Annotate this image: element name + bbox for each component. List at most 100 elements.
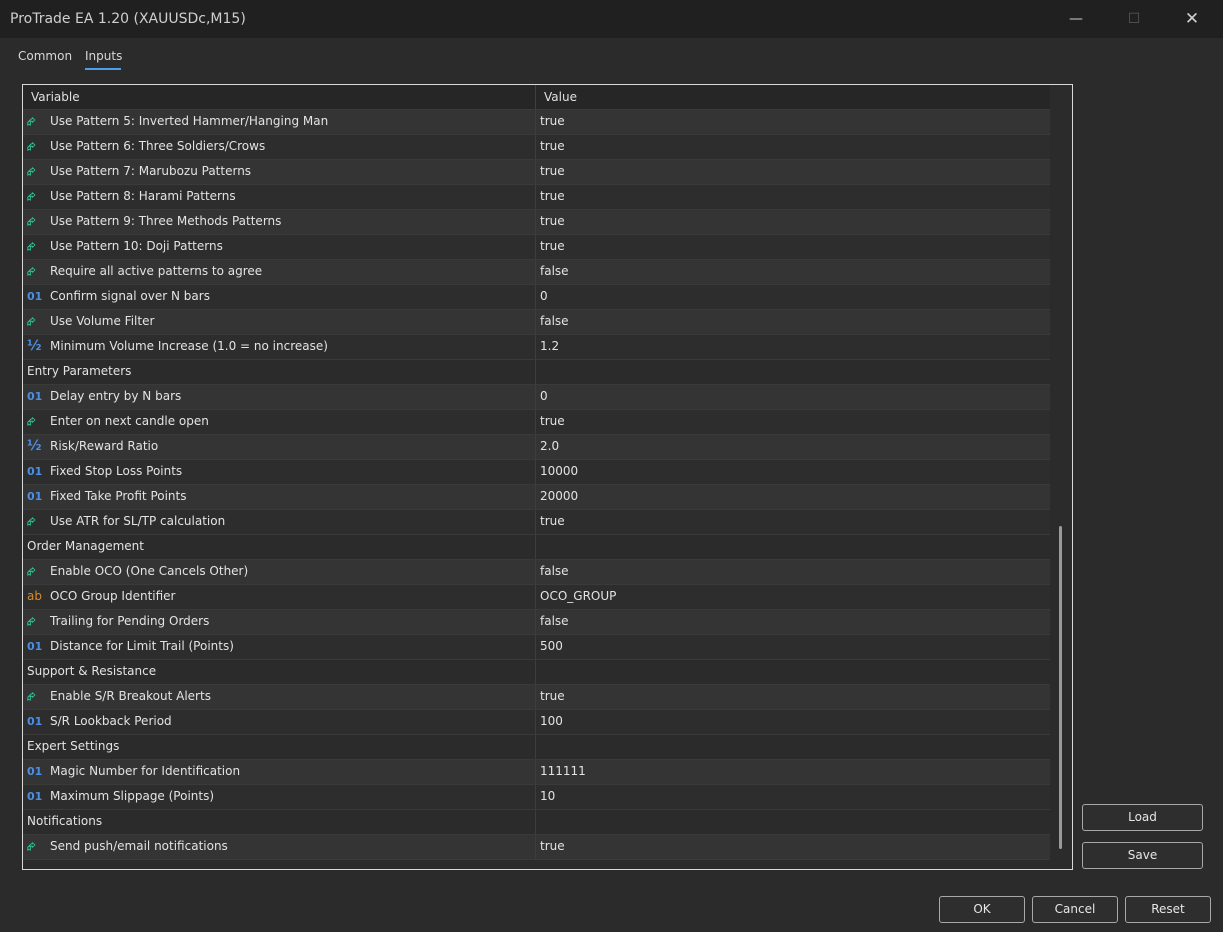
bool-type-icon: ⮳ bbox=[27, 690, 36, 703]
scrollbar-thumb[interactable] bbox=[1059, 526, 1062, 849]
table-row[interactable]: ab OCO Group Identifier OCO_GROUP bbox=[23, 585, 1050, 610]
variable-value[interactable]: true bbox=[540, 114, 565, 128]
variable-value[interactable]: true bbox=[540, 839, 565, 853]
variable-name: Enter on next candle open bbox=[50, 414, 209, 428]
variable-value[interactable]: true bbox=[540, 514, 565, 528]
cell-divider bbox=[535, 785, 536, 809]
integer-type-icon: 01 bbox=[27, 715, 43, 728]
table-row[interactable]: 01 Distance for Limit Trail (Points) 500 bbox=[23, 635, 1050, 660]
load-button[interactable]: Load bbox=[1082, 804, 1203, 831]
table-row[interactable]: ⮳ Use Volume Filter false bbox=[23, 310, 1050, 335]
variable-value[interactable]: true bbox=[540, 239, 565, 253]
tab-common[interactable]: Common bbox=[18, 49, 72, 63]
cell-divider bbox=[535, 510, 536, 534]
variable-value[interactable]: OCO_GROUP bbox=[540, 589, 616, 603]
variable-value[interactable]: false bbox=[540, 564, 569, 578]
variable-value[interactable]: 1.2 bbox=[540, 339, 559, 353]
variable-name: OCO Group Identifier bbox=[50, 589, 176, 603]
window-title: ProTrade EA 1.20 (XAUUSDc,M15) bbox=[10, 11, 246, 27]
cell-divider bbox=[535, 210, 536, 234]
variable-name: Trailing for Pending Orders bbox=[50, 614, 210, 628]
variable-value[interactable]: false bbox=[540, 314, 569, 328]
table-row[interactable]: 01 Magic Number for Identification 111111 bbox=[23, 760, 1050, 785]
variable-name: Magic Number for Identification bbox=[50, 764, 241, 778]
column-header-variable[interactable]: Variable bbox=[31, 90, 80, 104]
table-row[interactable]: ⮳ Use Pattern 7: Marubozu Patterns true bbox=[23, 160, 1050, 185]
reset-button[interactable]: Reset bbox=[1125, 896, 1211, 923]
table-row[interactable]: ½ Minimum Volume Increase (1.0 = no incre… bbox=[23, 335, 1050, 360]
table-row[interactable]: 01 Fixed Stop Loss Points 10000 bbox=[23, 460, 1050, 485]
variable-value[interactable]: 2.0 bbox=[540, 439, 559, 453]
table-row[interactable]: ⮳ Send push/email notifications true bbox=[23, 835, 1050, 860]
table-row[interactable]: ⮳ Use Pattern 9: Three Methods Patterns tr… bbox=[23, 210, 1050, 235]
column-header-value[interactable]: Value bbox=[544, 90, 577, 104]
maximize-button[interactable]: ☐ bbox=[1105, 0, 1163, 38]
variable-value[interactable]: 20000 bbox=[540, 489, 578, 503]
variable-name: Use Pattern 5: Inverted Hammer/Hanging M… bbox=[50, 114, 329, 128]
table-row[interactable]: ⮳ Use ATR for SL/TP calculation true bbox=[23, 510, 1050, 535]
section-row: Notifications bbox=[23, 810, 1050, 835]
ok-button[interactable]: OK bbox=[939, 896, 1025, 923]
table-row[interactable]: ⮳ Enable OCO (One Cancels Other) false bbox=[23, 560, 1050, 585]
variable-value[interactable]: true bbox=[540, 164, 565, 178]
table-row[interactable]: 01 S/R Lookback Period 100 bbox=[23, 710, 1050, 735]
vertical-scrollbar[interactable] bbox=[1052, 85, 1072, 869]
section-label: Support & Resistance bbox=[27, 664, 157, 678]
variable-name: Fixed Take Profit Points bbox=[50, 489, 187, 503]
variable-value[interactable]: true bbox=[540, 214, 565, 228]
table-row[interactable]: 01 Fixed Take Profit Points 20000 bbox=[23, 485, 1050, 510]
bool-type-icon: ⮳ bbox=[27, 615, 36, 628]
table-body: ⮳ Use Pattern 5: Inverted Hammer/Hanging … bbox=[23, 110, 1050, 860]
double-type-icon: ½ bbox=[27, 438, 42, 454]
bool-type-icon: ⮳ bbox=[27, 840, 36, 853]
cell-divider bbox=[535, 760, 536, 784]
variable-value[interactable]: false bbox=[540, 264, 569, 278]
integer-type-icon: 01 bbox=[27, 465, 43, 478]
close-button[interactable]: ✕ bbox=[1163, 0, 1221, 38]
bool-type-icon: ⮳ bbox=[27, 265, 36, 278]
table-row[interactable]: 01 Confirm signal over N bars 0 bbox=[23, 285, 1050, 310]
minimize-button[interactable]: — bbox=[1047, 0, 1105, 38]
integer-type-icon: 01 bbox=[27, 790, 43, 803]
table-row[interactable]: ⮳ Enable S/R Breakout Alerts true bbox=[23, 685, 1050, 710]
table-row[interactable]: ⮳ Use Pattern 8: Harami Patterns true bbox=[23, 185, 1050, 210]
variable-value[interactable]: 500 bbox=[540, 639, 563, 653]
variable-value[interactable]: 111111 bbox=[540, 764, 586, 778]
variable-value[interactable]: true bbox=[540, 689, 565, 703]
active-tab-indicator bbox=[85, 68, 121, 70]
variable-value[interactable]: 10000 bbox=[540, 464, 578, 478]
integer-type-icon: 01 bbox=[27, 490, 43, 503]
cancel-button[interactable]: Cancel bbox=[1032, 896, 1118, 923]
variable-value[interactable]: 10 bbox=[540, 789, 555, 803]
section-row: Order Management bbox=[23, 535, 1050, 560]
variable-value[interactable]: 0 bbox=[540, 289, 548, 303]
table-row[interactable]: 01 Delay entry by N bars 0 bbox=[23, 385, 1050, 410]
cell-divider bbox=[535, 635, 536, 659]
cell-divider bbox=[535, 335, 536, 359]
variable-name: Use Pattern 9: Three Methods Patterns bbox=[50, 214, 282, 228]
column-divider[interactable] bbox=[535, 85, 536, 109]
table-row[interactable]: ⮳ Trailing for Pending Orders false bbox=[23, 610, 1050, 635]
variable-value[interactable]: true bbox=[540, 189, 565, 203]
variable-value[interactable]: 0 bbox=[540, 389, 548, 403]
string-type-icon: ab bbox=[27, 589, 42, 603]
variable-value[interactable]: 100 bbox=[540, 714, 563, 728]
cell-divider bbox=[535, 485, 536, 509]
section-label: Notifications bbox=[27, 814, 103, 828]
table-row[interactable]: ⮳ Enter on next candle open true bbox=[23, 410, 1050, 435]
bool-type-icon: ⮳ bbox=[27, 190, 36, 203]
variable-value[interactable]: true bbox=[540, 414, 565, 428]
table-row[interactable]: 01 Maximum Slippage (Points) 10 bbox=[23, 785, 1050, 810]
save-button[interactable]: Save bbox=[1082, 842, 1203, 869]
variable-value[interactable]: false bbox=[540, 614, 569, 628]
bool-type-icon: ⮳ bbox=[27, 165, 36, 178]
variable-value[interactable]: true bbox=[540, 139, 565, 153]
tab-inputs[interactable]: Inputs bbox=[85, 49, 122, 63]
table-row[interactable]: ⮳ Use Pattern 6: Three Soldiers/Crows true bbox=[23, 135, 1050, 160]
cell-divider bbox=[535, 185, 536, 209]
table-row[interactable]: ⮳ Use Pattern 5: Inverted Hammer/Hanging … bbox=[23, 110, 1050, 135]
table-row[interactable]: ⮳ Require all active patterns to agree fal… bbox=[23, 260, 1050, 285]
table-row[interactable]: ⮳ Use Pattern 10: Doji Patterns true bbox=[23, 235, 1050, 260]
table-row[interactable]: ½ Risk/Reward Ratio 2.0 bbox=[23, 435, 1050, 460]
section-label: Entry Parameters bbox=[27, 364, 132, 378]
